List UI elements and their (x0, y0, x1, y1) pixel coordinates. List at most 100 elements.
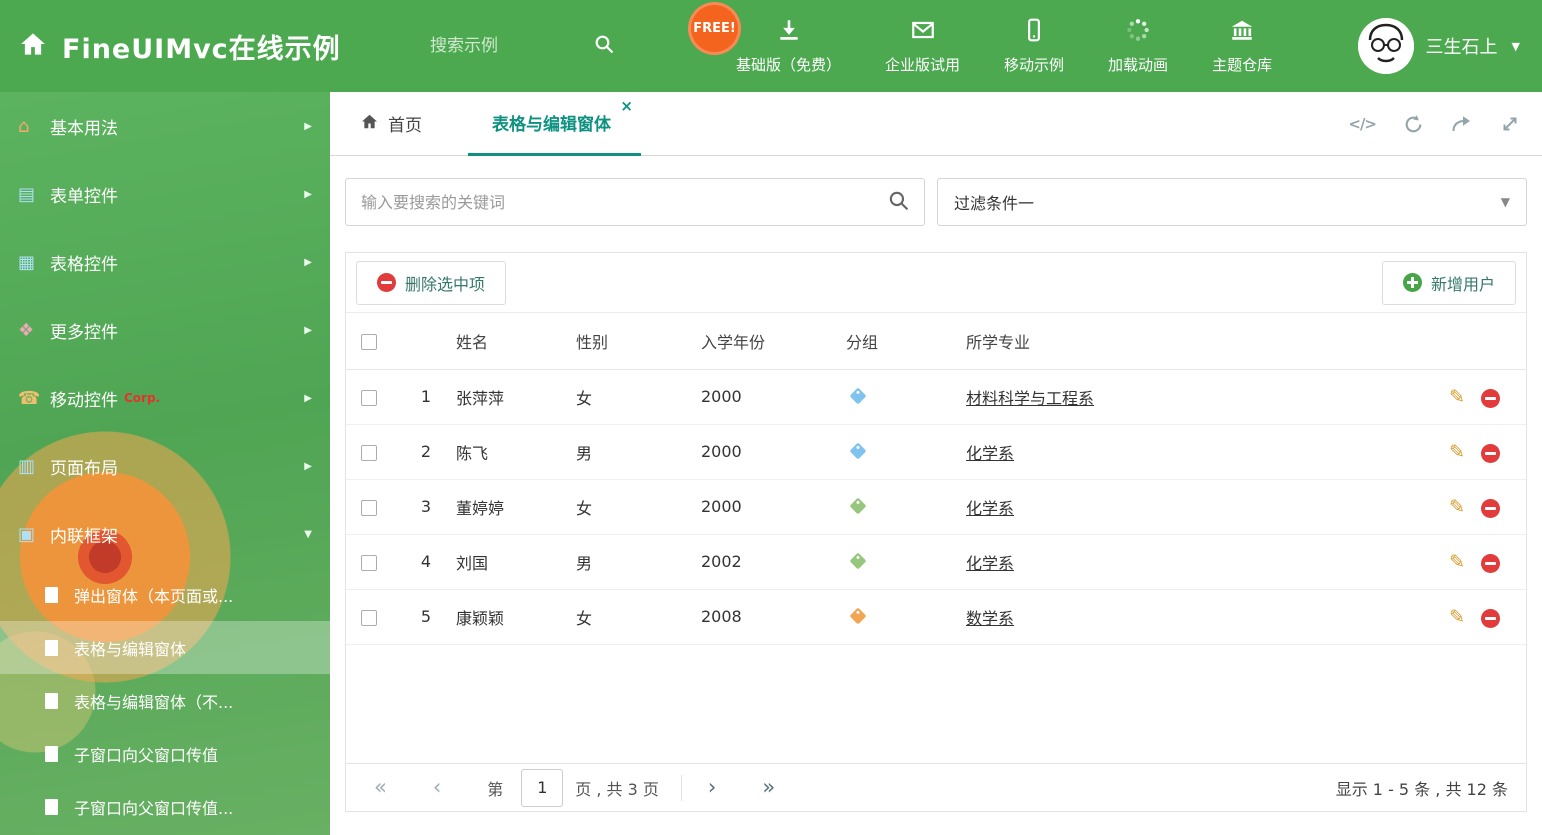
sidebar-item[interactable]: ▦ 表格控件 ▶ (0, 228, 330, 296)
last-page-icon[interactable]: » (762, 777, 775, 798)
header-group: 分组 (846, 313, 966, 370)
cell-name: 康颖颖 (456, 589, 576, 645)
refresh-icon[interactable] (1403, 114, 1424, 135)
row-checkbox[interactable] (361, 499, 377, 516)
cell-major: 化学系 (966, 424, 1414, 480)
tab-home[interactable]: 首页 (360, 111, 422, 136)
sidebar-subitem[interactable]: 子窗口向父窗口传值 (0, 727, 330, 780)
header-search[interactable] (430, 0, 614, 92)
row-checkbox[interactable] (361, 554, 377, 571)
major-link[interactable]: 化学系 (966, 444, 1014, 463)
layout-icon: ▥ (18, 455, 36, 477)
row-checkbox[interactable] (361, 444, 377, 461)
major-link[interactable]: 化学系 (966, 554, 1014, 573)
edit-pencil-icon[interactable]: ✎ (1449, 441, 1465, 463)
major-link[interactable]: 化学系 (966, 499, 1014, 518)
chevron-right-icon: ▶ (304, 324, 312, 336)
table-row: 1 张萍萍女 2000 材料科学与工程系 ✎ (346, 369, 1526, 425)
sidebar-item[interactable]: ❖ 更多控件 ▶ (0, 296, 330, 364)
sidebar-item-label: 页面布局 (50, 458, 118, 479)
cell-name: 刘国 (456, 534, 576, 590)
sidebar-subitem[interactable]: 子窗口向父窗口传值... (0, 780, 330, 833)
prev-page-icon[interactable]: ‹ (433, 777, 441, 798)
user-name: 三生石上 (1425, 37, 1498, 58)
cell-group (846, 369, 966, 425)
header-checkbox-cell (346, 313, 396, 370)
edit-pencil-icon[interactable]: ✎ (1449, 496, 1465, 518)
file-icon (45, 639, 58, 656)
delete-row-icon[interactable] (1481, 498, 1500, 518)
edit-pencil-icon[interactable]: ✎ (1449, 551, 1465, 573)
keyword-search-input[interactable] (361, 192, 888, 212)
tab-home-label: 首页 (388, 116, 422, 136)
table-row: 2 陈飞男 2000 化学系 ✎ (346, 424, 1526, 480)
row-checkbox[interactable] (361, 389, 377, 406)
nav-enterprise-trial[interactable]: 企业版试用 (863, 17, 982, 75)
source-code-icon[interactable]: </> (1348, 115, 1377, 133)
file-icon (45, 692, 58, 709)
cell-checkbox (346, 424, 396, 480)
tag-icon (849, 497, 867, 515)
delete-row-icon[interactable] (1481, 443, 1500, 463)
close-icon[interactable]: × (620, 97, 633, 115)
cell-actions: ✎ (1414, 534, 1526, 590)
record-summary: 显示 1 - 5 条 , 共 12 条 (1335, 779, 1508, 799)
page-number-input[interactable] (521, 768, 564, 807)
frame-icon: ▣ (18, 523, 36, 545)
expand-icon[interactable] (1500, 114, 1520, 134)
keyword-search-box[interactable] (345, 178, 925, 226)
edit-pencil-icon[interactable]: ✎ (1449, 606, 1465, 628)
share-forward-icon[interactable] (1451, 114, 1473, 134)
filter-dropdown[interactable]: 过滤条件一 ▼ (937, 178, 1527, 226)
tab-grid-edit-window[interactable]: 表格与编辑窗体 × (468, 92, 641, 156)
row-checkbox[interactable] (361, 609, 377, 626)
cell-year: 2008 (701, 589, 846, 645)
search-icon[interactable] (888, 190, 909, 215)
delete-selected-button[interactable]: 删除选中项 (356, 260, 507, 305)
header-actions (1414, 313, 1526, 370)
major-link[interactable]: 数学系 (966, 609, 1014, 628)
delete-row-icon[interactable] (1481, 388, 1500, 408)
file-icon (45, 745, 58, 762)
sidebar-item[interactable]: ▣ 内联框架 ▼ (0, 500, 330, 568)
pagination-bar: « ‹ 第 页 , 共 3 页 › » 显示 1 - 5 条 , 共 12 条 (346, 763, 1526, 811)
next-page-icon[interactable]: › (708, 777, 716, 798)
first-page-icon[interactable]: « (374, 777, 387, 798)
major-link[interactable]: 材料科学与工程系 (966, 389, 1094, 408)
chevron-right-icon: ▶ (304, 120, 312, 132)
nav-mobile-demo[interactable]: 移动示例 (982, 17, 1086, 75)
add-user-button[interactable]: 新增用户 (1381, 260, 1516, 305)
tag-icon (849, 607, 867, 625)
nav-label: 主题仓库 (1212, 56, 1273, 74)
more-icon: ❖ (18, 319, 35, 341)
sidebar-subitem[interactable]: 表格与编辑窗体 (0, 621, 330, 674)
sidebar-item[interactable]: ⌂ 基本用法 ▶ (0, 92, 330, 160)
nav-label: 加载动画 (1108, 56, 1169, 74)
cell-actions: ✎ (1414, 479, 1526, 535)
brand[interactable]: FineUIMvc在线示例 (18, 0, 341, 92)
header-search-input[interactable] (430, 36, 580, 56)
delete-row-icon[interactable] (1481, 608, 1500, 628)
spinner-icon (1125, 17, 1151, 47)
sidebar-subitem[interactable]: 弹出窗体（本页面或... (0, 568, 330, 621)
sidebar-item[interactable]: ☎ 移动控件 Corp. ▶ (0, 364, 330, 432)
sidebar-item[interactable]: ▤ 表单控件 ▶ (0, 160, 330, 228)
cell-group (846, 589, 966, 645)
sidebar-subitem[interactable]: 表格与编辑窗体（不... (0, 674, 330, 727)
search-icon[interactable] (594, 34, 614, 58)
edit-pencil-icon[interactable]: ✎ (1449, 386, 1465, 408)
tag-icon (849, 552, 867, 570)
theme-store-icon (1228, 17, 1256, 47)
sidebar-subitem-label: 弹出窗体（本页面或... (74, 586, 234, 606)
delete-row-icon[interactable] (1481, 553, 1500, 573)
nav-theme-store[interactable]: 主题仓库 (1190, 17, 1294, 75)
select-all-checkbox[interactable] (361, 333, 377, 350)
sidebar-item-label: 更多控件 (50, 322, 118, 343)
home-icon (18, 29, 48, 63)
sidebar-item[interactable]: ▥ 页面布局 ▶ (0, 432, 330, 500)
nav-loading-animation[interactable]: 加载动画 (1086, 17, 1190, 75)
cell-group (846, 534, 966, 590)
sidebar-item-label: 内联框架 (50, 526, 118, 547)
minus-circle-icon (377, 273, 396, 292)
user-menu[interactable]: 三生石上 ▼ (1357, 0, 1520, 92)
